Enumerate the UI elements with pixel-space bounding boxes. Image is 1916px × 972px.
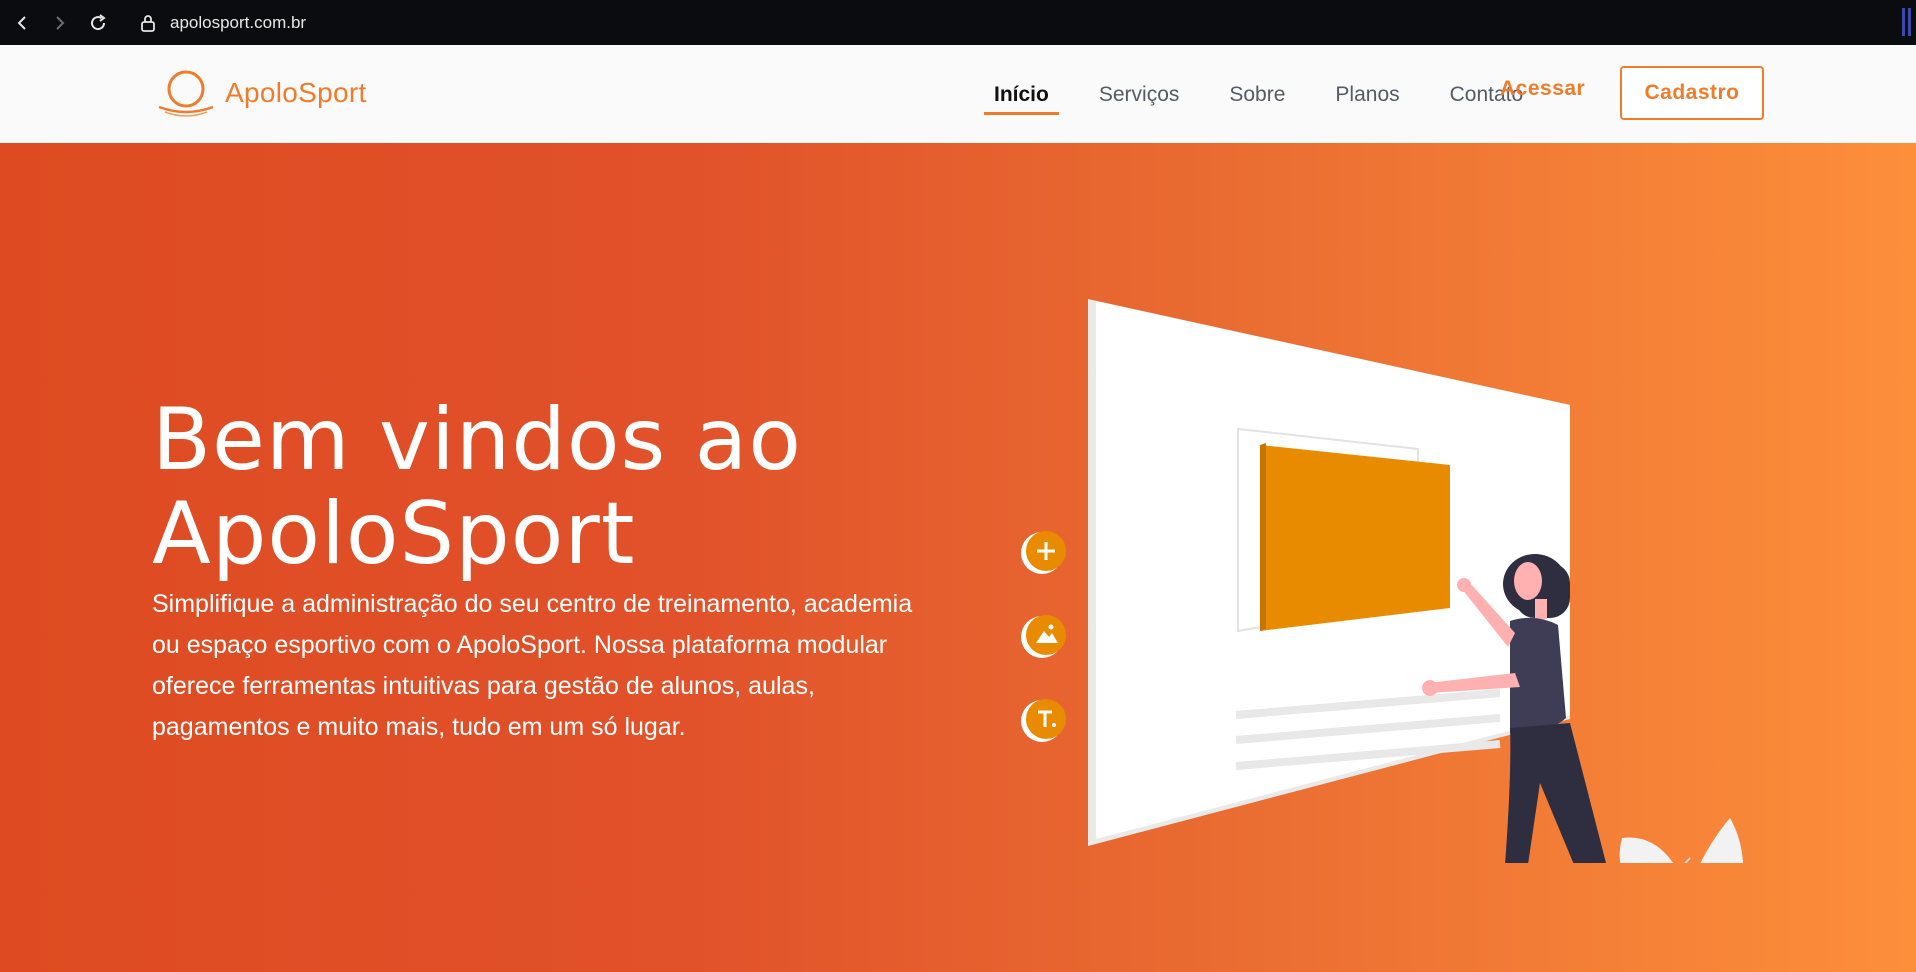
lock-icon (134, 9, 162, 37)
address-bar-url[interactable]: apolosport.com.br (170, 13, 306, 33)
logo-text: ApoloSport (225, 77, 367, 108)
hero-illustration (1021, 299, 1744, 863)
plant-decoration (1619, 818, 1744, 863)
sidebar-toggle-icon[interactable] (1902, 8, 1916, 36)
logo[interactable]: ApoloSport (155, 67, 367, 119)
nav-item-servicos[interactable]: Serviços (1089, 53, 1190, 135)
nav-item-sobre[interactable]: Sobre (1219, 53, 1295, 135)
site-header: ApoloSport Início Serviços Sobre Planos … (0, 45, 1916, 144)
image-icon (1021, 615, 1066, 658)
nav-item-inicio[interactable]: Início (984, 53, 1059, 135)
main-nav: Início Serviços Sobre Planos Contato (984, 45, 1563, 143)
back-arrow-icon[interactable] (8, 9, 36, 37)
hero-description: Simplifique a administração do seu centr… (152, 590, 913, 741)
reload-icon[interactable] (84, 9, 112, 37)
hero-section: Bem vindos ao ApoloSport Simplifique a a… (0, 143, 1916, 972)
logo-icon (158, 70, 214, 117)
hero-title-line2: ApoloSport (152, 483, 636, 584)
text-icon (1021, 699, 1066, 742)
forward-arrow-icon[interactable] (46, 9, 74, 37)
nav-item-planos[interactable]: Planos (1325, 53, 1409, 135)
add-icon (1021, 531, 1066, 574)
login-button[interactable]: Acessar (1500, 77, 1585, 101)
hero-title-line1: Bem vindos ao (152, 389, 802, 490)
hero-title: Bem vindos ao ApoloSport (152, 393, 952, 581)
signup-button[interactable]: Cadastro (1620, 66, 1764, 120)
browser-toolbar: apolosport.com.br (0, 0, 1916, 45)
